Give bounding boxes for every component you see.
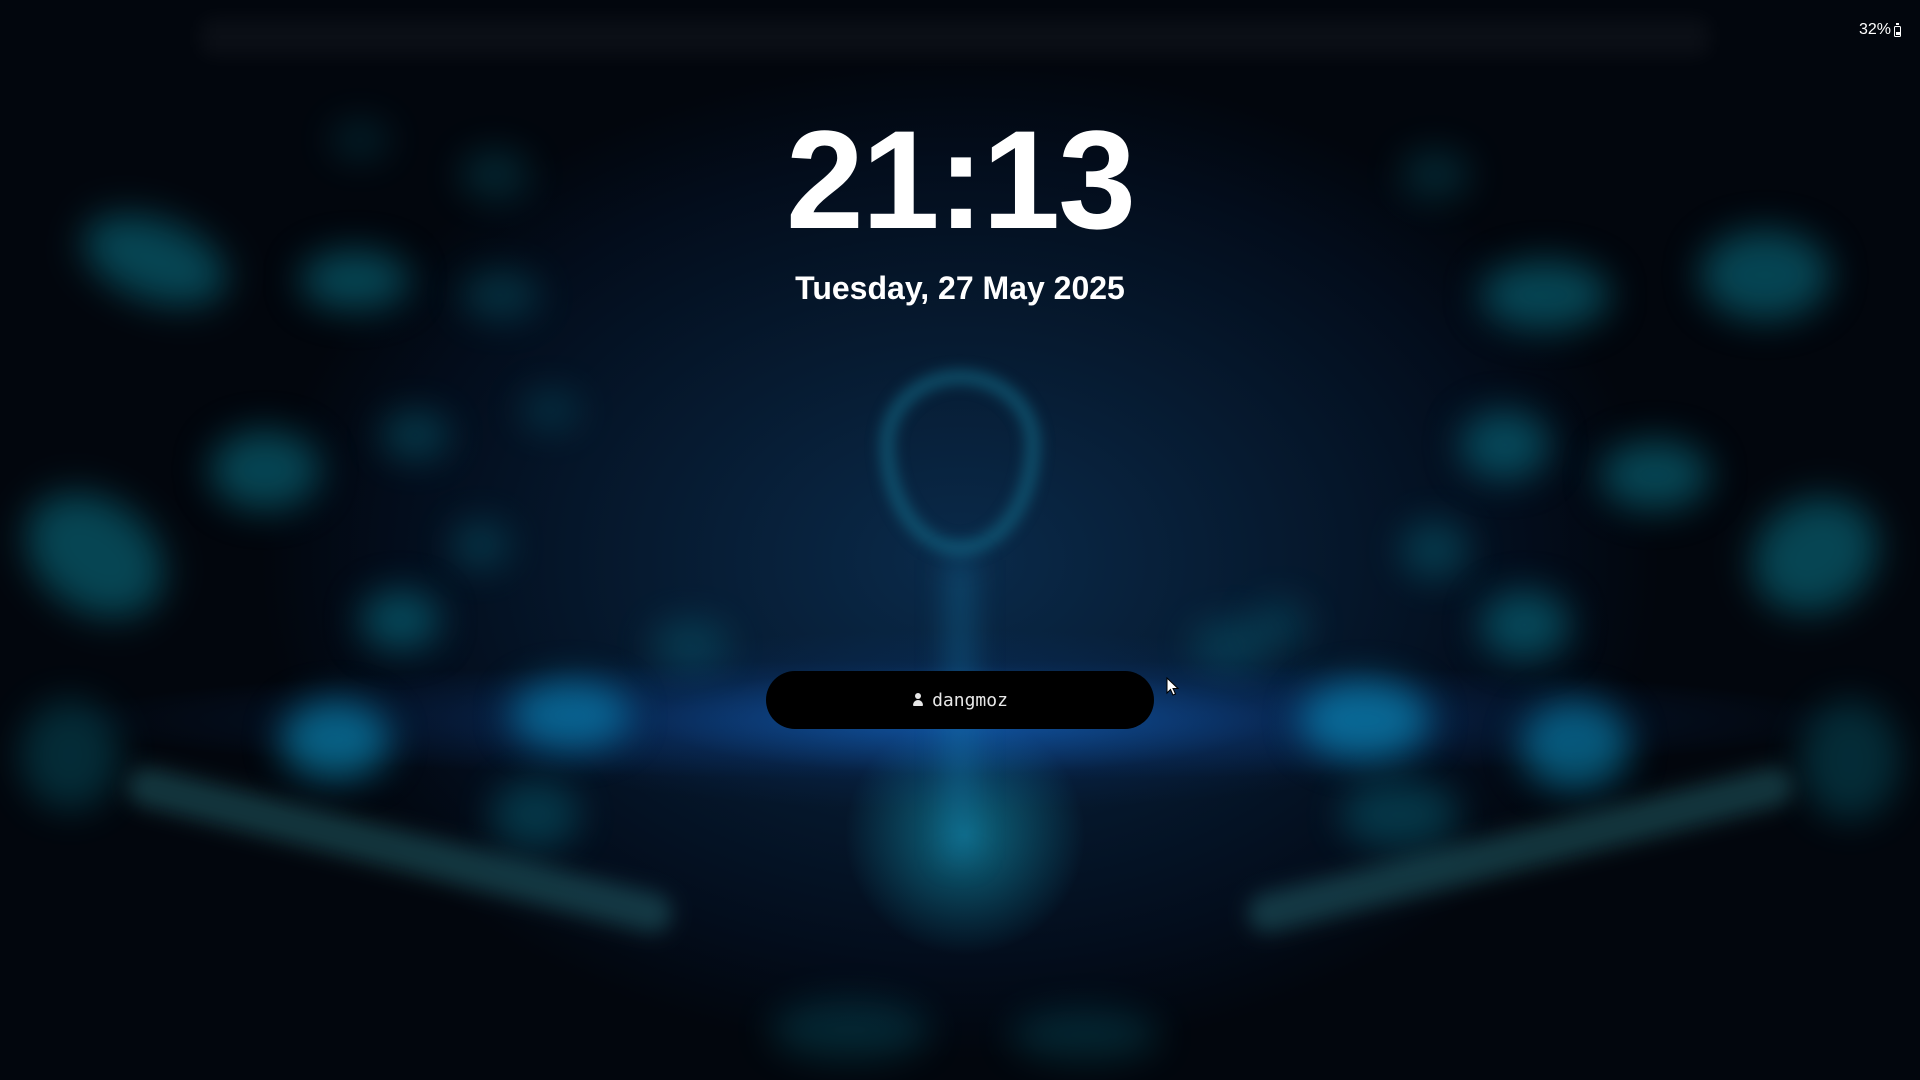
lock-date: Tuesday, 27 May 2025 [795, 270, 1125, 306]
battery-percent: 32% [1858, 21, 1891, 38]
battery-indicator: 32% [1859, 21, 1901, 39]
user-name: dangmoz [932, 689, 1008, 711]
user-icon [912, 693, 924, 707]
lock-clock: 21:13 [785, 101, 1136, 258]
lock-screen: 32% 21:13 Tuesday, 27 May 2025 dangmoz [0, 0, 1920, 1080]
user-login-button[interactable]: dangmoz [766, 671, 1154, 729]
mouse-pointer-icon [1166, 677, 1180, 696]
battery-icon [1894, 23, 1901, 37]
